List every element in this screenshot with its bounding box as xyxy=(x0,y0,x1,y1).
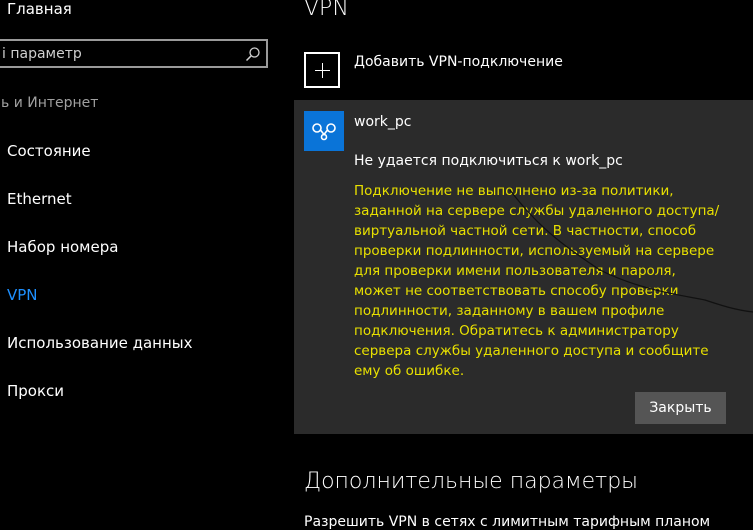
section-label-network: ь и Интернет xyxy=(1,95,99,111)
search-icon[interactable] xyxy=(245,46,261,62)
sidebar-item-data-usage[interactable]: Использование данных xyxy=(7,334,193,352)
metered-network-label: Разрешить VPN в сетях с лимитным тарифны… xyxy=(304,514,711,530)
error-title: Не удается подключиться к work_pc xyxy=(354,153,623,169)
page-title: VPN xyxy=(304,0,349,21)
connection-name: work_pc xyxy=(354,114,412,130)
error-message: Подключение не выполнено из-за политики,… xyxy=(354,183,720,379)
vpn-connection-card[interactable]: work_pc Не удается подключиться к work_p… xyxy=(294,100,753,434)
sidebar-home-link[interactable]: Главная xyxy=(7,0,72,18)
settings-search-box[interactable] xyxy=(0,39,268,68)
sidebar-item-dialup[interactable]: Набор номера xyxy=(7,238,118,256)
sidebar-item-status[interactable]: Состояние xyxy=(7,142,91,160)
plus-icon xyxy=(304,52,340,88)
sidebar-item-vpn[interactable]: VPN xyxy=(7,286,38,304)
additional-settings-title: Дополнительные параметры xyxy=(304,469,639,494)
sidebar: Главная ь и Интернет Состояние Ethernet … xyxy=(0,0,280,529)
sidebar-item-ethernet[interactable]: Ethernet xyxy=(7,190,72,208)
add-vpn-label: Добавить VPN-подключение xyxy=(354,54,563,70)
vpn-connection-icon xyxy=(304,111,344,151)
close-button[interactable]: Закрыть xyxy=(635,392,726,424)
search-input[interactable] xyxy=(2,45,232,63)
sidebar-item-proxy[interactable]: Прокси xyxy=(7,382,64,400)
add-vpn-button[interactable]: Добавить VPN-подключение xyxy=(304,52,604,92)
